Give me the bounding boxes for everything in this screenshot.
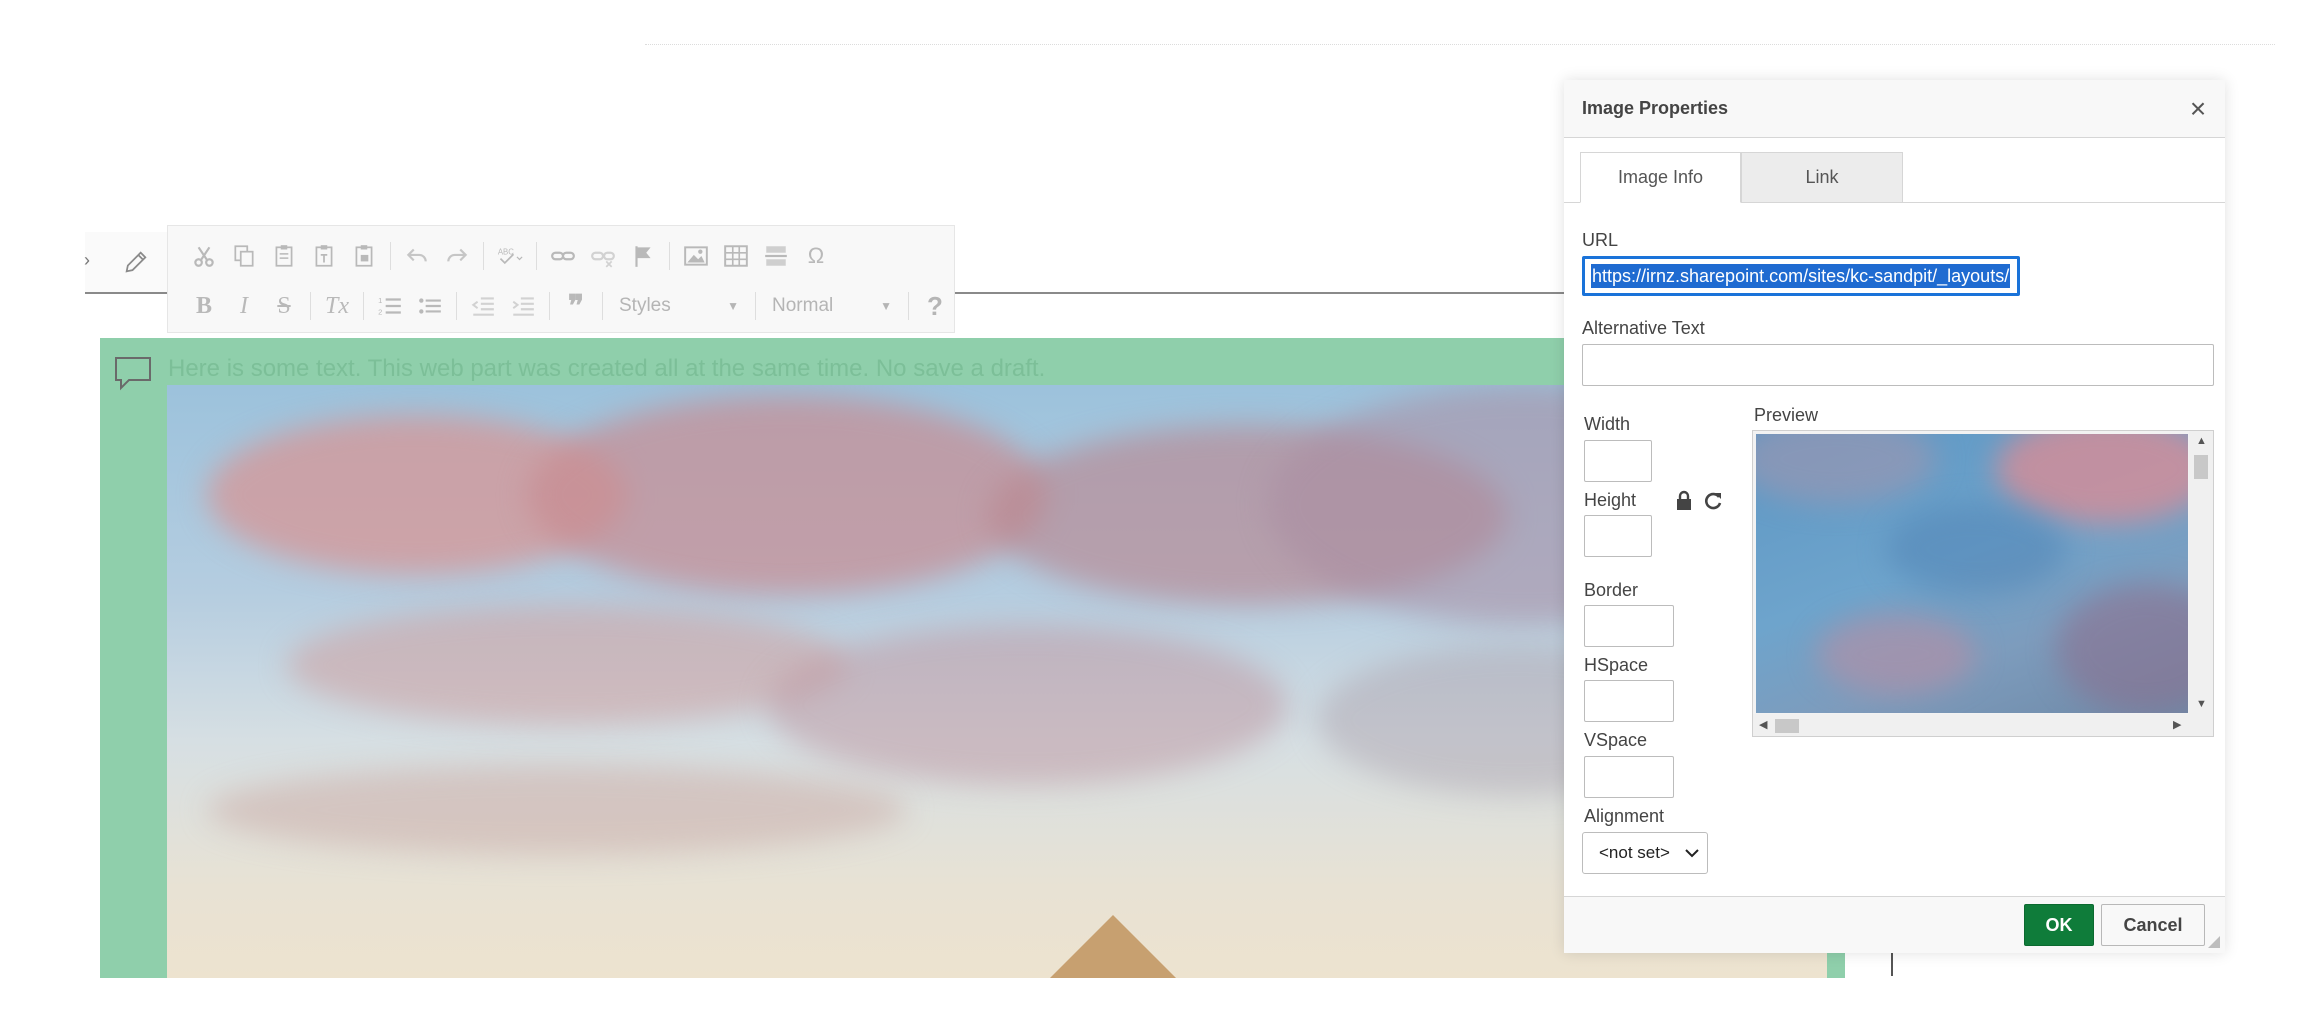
alt-text-input[interactable] [1582,344,2214,386]
reset-size-icon[interactable] [1702,490,1724,517]
lock-icon[interactable] [1674,490,1694,517]
page-divider [645,44,2275,45]
editor-underline [955,292,1575,294]
paste-text-icon[interactable] [304,237,344,275]
toolbar-separator [483,242,484,270]
border-label: Border [1584,580,1639,600]
toolbar-separator [310,292,311,320]
link-icon[interactable] [543,237,583,275]
scroll-down-icon[interactable]: ▼ [2196,698,2207,710]
toolbar-separator [456,292,457,320]
scroll-up-icon[interactable]: ▲ [2196,435,2207,447]
comment-icon[interactable] [113,355,153,396]
outdent-icon[interactable] [463,287,503,325]
scroll-left-icon[interactable]: ◀ [1759,718,1767,731]
preview-horizontal-scrollbar[interactable]: ◀ ▶ [1753,714,2213,736]
tab-image-info[interactable]: Image Info [1580,152,1741,203]
url-label: URL [1582,230,1619,250]
vertical-scroll-thumb[interactable] [2194,455,2208,479]
url-value: https://irnz.sharepoint.com/sites/kc-san… [1591,264,2011,288]
remove-format-button[interactable]: Tx [317,287,357,325]
height-input[interactable] [1584,515,1652,557]
url-input[interactable]: https://irnz.sharepoint.com/sites/kc-san… [1582,256,2020,296]
rich-text-toolbar: ABC Ω B I S Tx 12 ❞ Styles ▼ Normal ▼ ? [167,225,955,333]
horizontal-scroll-thumb[interactable] [1775,719,1799,733]
lock-controls [1674,490,1724,517]
horizontal-rule-icon[interactable] [756,237,796,275]
numbered-list-icon[interactable]: 12 [370,287,410,325]
bold-button[interactable]: B [184,287,224,325]
resize-grip-icon[interactable] [2207,935,2221,949]
spellcheck-icon[interactable]: ABC [490,237,530,275]
pyramid [1047,915,1179,978]
anchor-flag-icon[interactable] [623,237,663,275]
border-input[interactable] [1584,605,1674,647]
arrow-icon[interactable]: › [84,250,90,271]
svg-text:1: 1 [378,296,382,305]
special-char-icon[interactable]: Ω [796,237,836,275]
cut-icon[interactable] [184,237,224,275]
toolbar-separator [390,242,391,270]
cancel-button[interactable]: Cancel [2101,904,2205,946]
width-input[interactable] [1584,440,1652,482]
pencil-icon[interactable] [122,248,150,281]
toolbar-row-1: ABC Ω [184,236,836,276]
toolbar-separator [908,292,909,320]
bulleted-list-icon[interactable] [410,287,450,325]
chevron-down-icon: ▼ [880,299,892,313]
unlink-icon[interactable] [583,237,623,275]
help-icon[interactable]: ? [915,287,955,325]
image-properties-dialog: Image Properties × Image Info Link URL h… [1564,80,2225,953]
indent-icon[interactable] [503,287,543,325]
chevron-down-icon [1685,843,1699,863]
image-icon[interactable] [676,237,716,275]
width-label: Width [1584,414,1631,434]
redo-icon[interactable] [437,237,477,275]
svg-text:2: 2 [378,308,382,317]
format-label: Normal [772,295,834,316]
web-part-text[interactable]: Here is some text. This web part was cre… [168,355,1045,383]
undo-icon[interactable] [397,237,437,275]
alignment-select[interactable]: <not set> [1582,832,1708,874]
styles-label: Styles [619,295,671,316]
preview-vertical-scrollbar[interactable]: ▲ ▼ [2189,431,2213,714]
toolbar-separator [536,242,537,270]
paste-word-icon[interactable] [344,237,384,275]
dialog-header: Image Properties × [1564,80,2225,138]
blockquote-icon[interactable]: ❞ [556,287,596,325]
hspace-label: HSpace [1584,655,1649,675]
ok-button[interactable]: OK [2024,904,2094,946]
vspace-label: VSpace [1584,730,1648,750]
toolbar-row-2: B I S Tx 12 ❞ Styles ▼ Normal ▼ ? [184,286,955,326]
toolbar-separator [669,242,670,270]
styles-dropdown[interactable]: Styles ▼ [609,289,749,323]
italic-button[interactable]: I [224,287,264,325]
preview-label: Preview [1754,405,1819,425]
toolbar-separator [549,292,550,320]
copy-icon[interactable] [224,237,264,275]
toolbar-separator [755,292,756,320]
alignment-value: <not set> [1599,843,1670,862]
strikethrough-button[interactable]: S [264,287,304,325]
toolbar-separator [602,292,603,320]
toolbar-separator [363,292,364,320]
hspace-input[interactable] [1584,680,1674,722]
tab-link[interactable]: Link [1741,152,1903,203]
paste-icon[interactable] [264,237,304,275]
close-icon[interactable]: × [2185,95,2211,123]
dialog-footer: OK Cancel [1564,896,2225,953]
text-cursor [1891,950,1893,976]
height-label: Height [1584,490,1637,510]
table-icon[interactable] [716,237,756,275]
chevron-down-icon: ▼ [727,299,739,313]
vspace-input[interactable] [1584,756,1674,798]
alignment-label: Alignment [1584,806,1665,826]
preview-pane[interactable]: ▲ ▼ ◀ ▶ [1752,430,2214,737]
preview-image [1756,434,2188,713]
scroll-right-icon[interactable]: ▶ [2173,718,2181,731]
dialog-title: Image Properties [1582,98,1729,118]
alt-text-label: Alternative Text [1582,318,1705,338]
format-dropdown[interactable]: Normal ▼ [762,289,902,323]
